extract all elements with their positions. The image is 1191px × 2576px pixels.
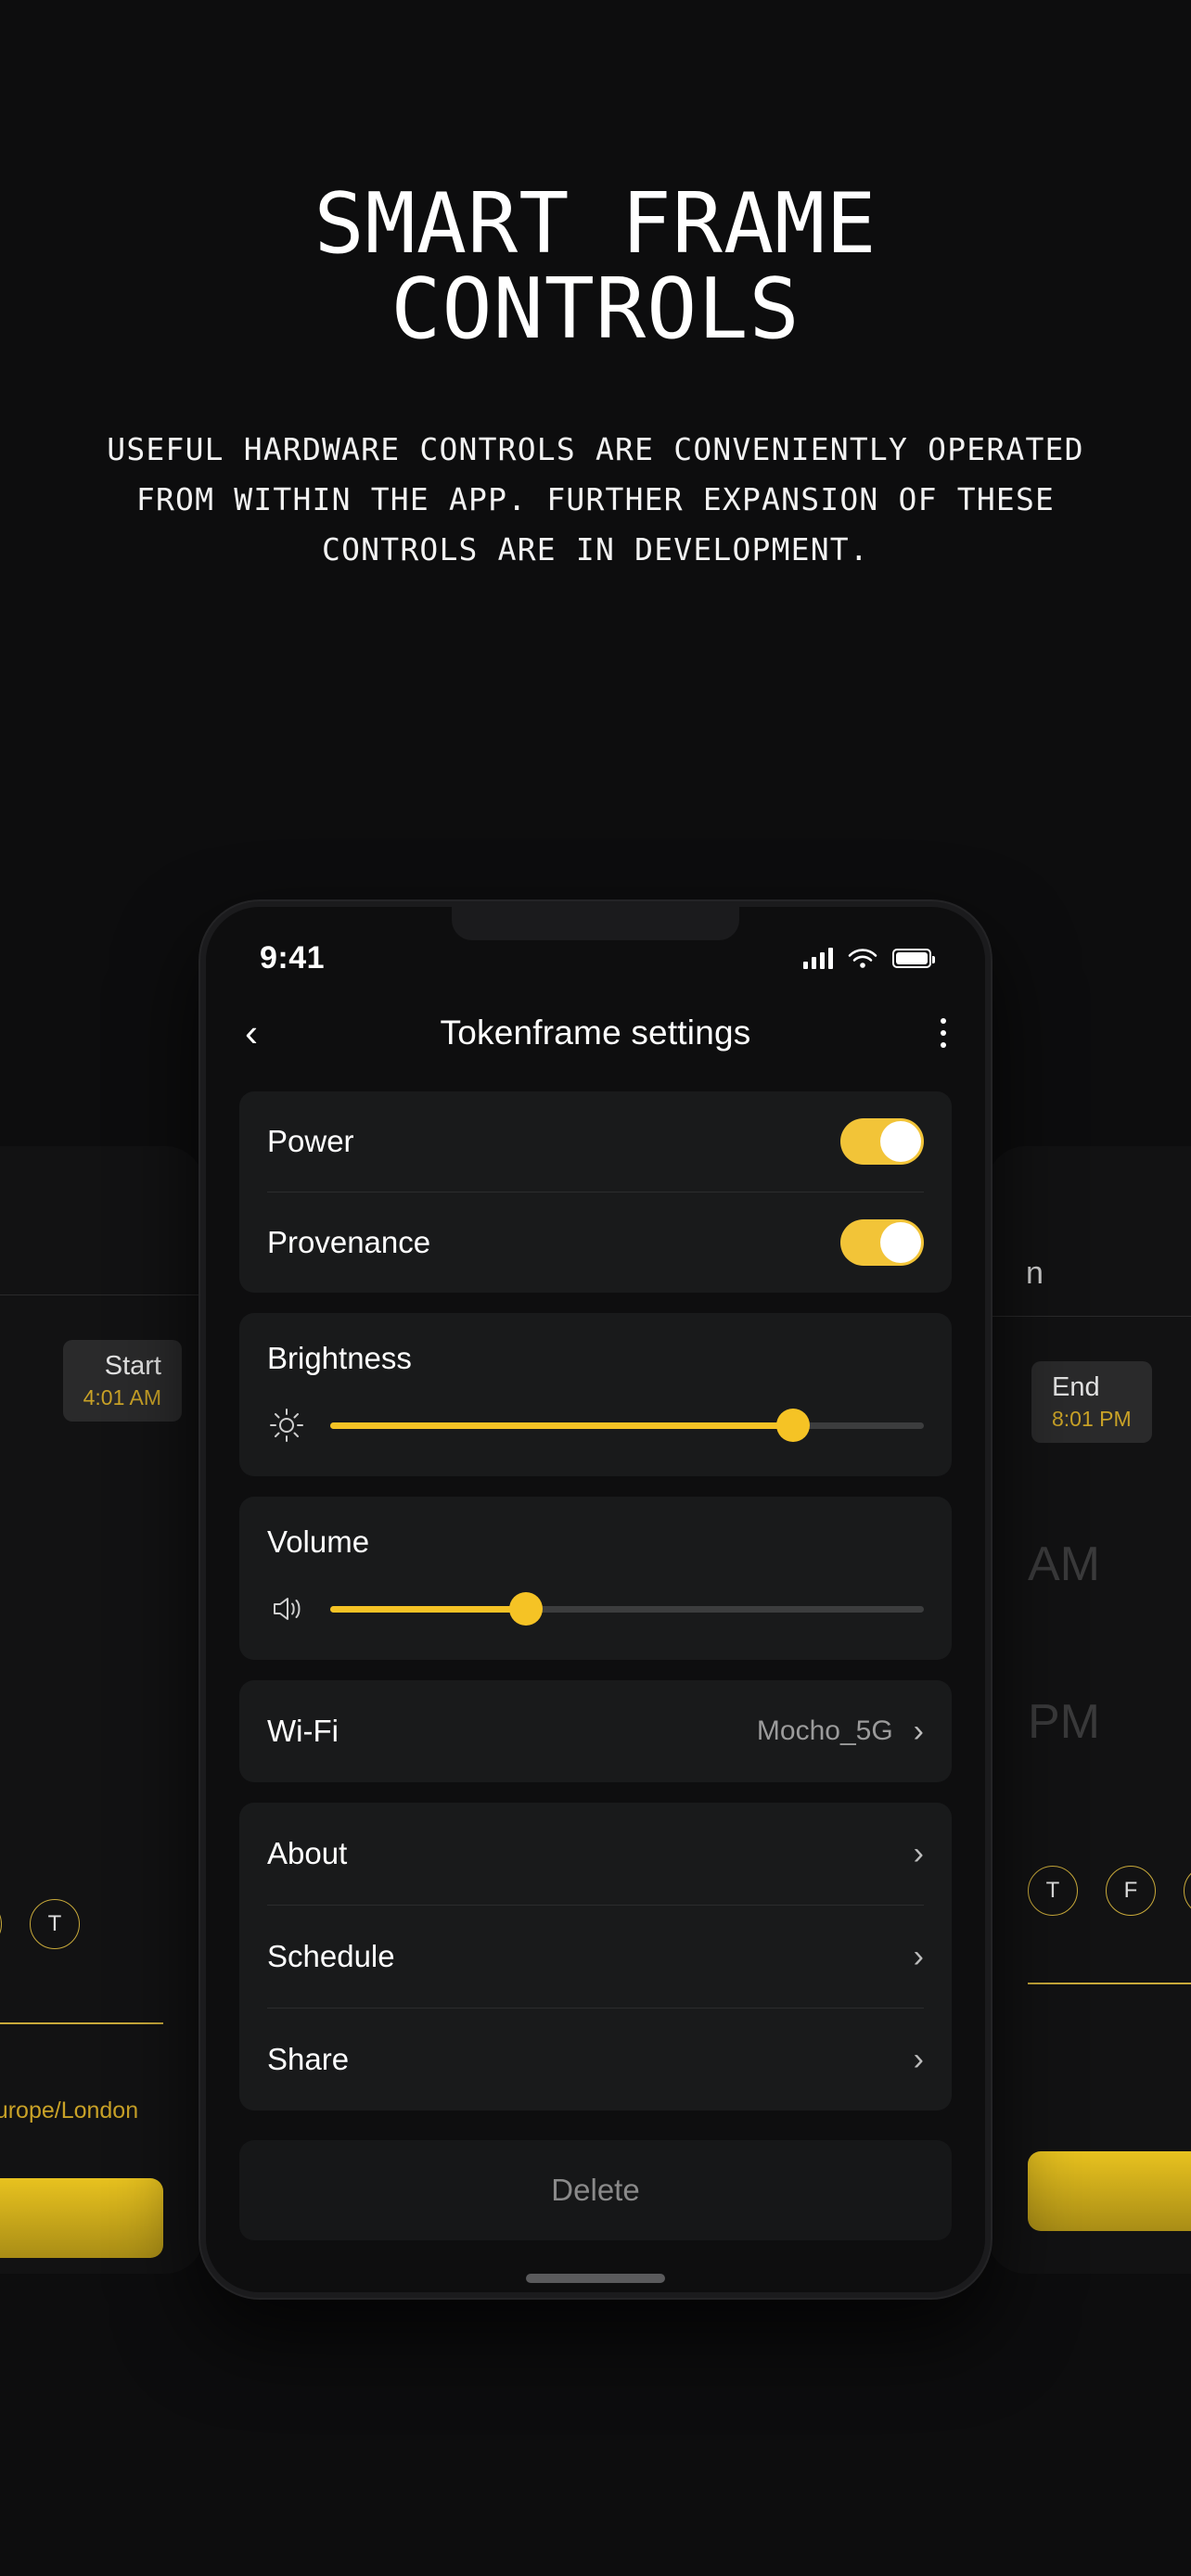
volume-icon	[267, 1589, 306, 1628]
bg-left-primary-button[interactable]	[0, 2177, 163, 2258]
navbar: ‹ Tokenframe settings	[206, 976, 985, 1052]
volume-label: Volume	[267, 1524, 370, 1559]
provenance-toggle[interactable]	[840, 1219, 924, 1266]
bg-left-timezone-label: Time zone	[0, 2056, 204, 2083]
battery-icon	[892, 949, 935, 968]
power-label: Power	[267, 1124, 354, 1158]
brightness-slider-row[interactable]	[267, 1406, 924, 1445]
bg-left-time-wheel[interactable]: 3 4 5	[0, 1455, 204, 1817]
brightness-slider[interactable]	[330, 1409, 924, 1442]
bg-left-every-day-label: Every day	[0, 1848, 204, 1875]
bg-left-timezone-value[interactable]: (GMT +1) Europe/London	[0, 2098, 204, 2124]
share-label: Share	[267, 2042, 350, 2076]
back-icon[interactable]: ‹	[245, 1014, 301, 1052]
background-phone-left: 9:41 ‹ Start 4:01 AM 3 4 5 Every day S M…	[0, 1146, 204, 2274]
bg-left-wheel-row: 3	[0, 1455, 163, 1575]
bg-right-ampm-wheel[interactable]: AM PM	[987, 1476, 1191, 1792]
brightness-slider-fill	[330, 1422, 794, 1429]
bg-left-day-selector[interactable]: S M T	[0, 1899, 204, 1949]
row-share[interactable]: Share ›	[239, 2009, 952, 2111]
screen-title: Tokenframe settings	[440, 1014, 751, 1052]
bg-right-ampm-pm: PM	[1028, 1695, 1100, 1749]
bg-right-field-underline	[1028, 1983, 1191, 1984]
bg-left-wheel-row: 5	[0, 1696, 163, 1817]
statusbar: 9:41	[206, 907, 985, 976]
volume-slider[interactable]	[330, 1592, 924, 1626]
statusbar-icons	[803, 947, 935, 970]
brightness-icon	[267, 1406, 306, 1445]
row-wifi[interactable]: Wi-Fi Mocho_5G ›	[239, 1680, 952, 1782]
row-schedule[interactable]: Schedule ›	[239, 1906, 952, 2008]
power-toggle[interactable]	[840, 1118, 924, 1165]
bg-right-day-s[interactable]: S	[1184, 1866, 1191, 1916]
bg-left-start-value: 4:01 AM	[83, 1385, 161, 1409]
page-title-line-2: CONTROLS	[391, 260, 800, 358]
statusbar-clock: 9:41	[260, 940, 326, 976]
wifi-value-group: Mocho_5G ›	[757, 1715, 924, 1747]
page-title: SMART FRAME CONTROLS	[0, 182, 1191, 352]
bg-right-navbar: n ⋮	[987, 1223, 1191, 1292]
volume-card: Volume	[239, 1497, 952, 1660]
delete-button[interactable]: Delete	[239, 2140, 952, 2240]
bg-right-day-t[interactable]: T	[1028, 1866, 1078, 1916]
chevron-right-icon: ›	[913, 1939, 924, 1974]
kebab-menu-icon[interactable]	[890, 1018, 946, 1048]
provenance-label: Provenance	[267, 1225, 431, 1259]
bg-right-wheel-row: AM	[1028, 1476, 1191, 1652]
wifi-card: Wi-Fi Mocho_5G ›	[239, 1680, 952, 1782]
bg-left-start-label: Start	[104, 1351, 161, 1381]
bg-right-spacer	[1028, 1184, 1035, 1213]
bg-left-day-m[interactable]: M	[0, 1899, 2, 1949]
bg-left-recreation-field[interactable]: Recreation	[0, 1981, 204, 2008]
bg-left-field-underline	[0, 2022, 163, 2024]
settings-content: Power Provenance Brightness Volume Wi-Fi…	[206, 1052, 985, 2240]
chevron-right-icon: ›	[913, 2042, 924, 2077]
page-title-line-1: SMART FRAME	[314, 175, 877, 273]
bg-right-end-label: End	[1052, 1372, 1100, 1402]
volume-slider-fill	[330, 1605, 527, 1613]
bg-left-day-t[interactable]: T	[30, 1899, 80, 1949]
bg-right-day-f[interactable]: F	[1106, 1866, 1156, 1916]
bg-left-navbar: ‹	[0, 1203, 204, 1270]
bg-right-wheel-row: PM	[1028, 1652, 1191, 1792]
row-provenance[interactable]: Provenance	[239, 1192, 952, 1293]
brightness-label: Brightness	[267, 1341, 412, 1375]
toggles-card: Power Provenance	[239, 1091, 952, 1293]
bg-left-title	[157, 1234, 165, 1270]
hero-section: SMART FRAME CONTROLS USEFUL HARDWARE CON…	[0, 0, 1191, 576]
wifi-label: Wi-Fi	[267, 1714, 339, 1748]
bg-right-ampm-am: AM	[1028, 1537, 1100, 1591]
bg-left-wheel-row: 4	[0, 1575, 163, 1696]
bg-right-end-value: 8:01 PM	[1052, 1407, 1132, 1431]
bg-right-day-selector[interactable]: T F S	[987, 1866, 1191, 1916]
bg-right-statusbar	[987, 1146, 1191, 1223]
bg-right-title: n	[1026, 1255, 1044, 1291]
bg-right-end-chip[interactable]: End 8:01 PM	[1031, 1361, 1152, 1443]
home-indicator	[526, 2274, 665, 2283]
schedule-label: Schedule	[267, 1939, 395, 1973]
links-card: About › Schedule › Share ›	[239, 1803, 952, 2111]
signal-bars-icon	[803, 947, 833, 969]
bg-left-statusbar: 9:41	[0, 1146, 204, 1203]
row-power[interactable]: Power	[239, 1091, 952, 1192]
chevron-right-icon: ›	[913, 1836, 924, 1871]
background-phone-right: n ⋮ End 8:01 PM AM PM T F S	[987, 1146, 1191, 2274]
about-label: About	[267, 1836, 348, 1870]
brightness-slider-knob[interactable]	[776, 1409, 811, 1442]
bg-right-primary-button[interactable]	[1028, 2150, 1191, 2231]
chevron-right-icon: ›	[913, 1714, 924, 1749]
row-about[interactable]: About ›	[239, 1803, 952, 1905]
volume-slider-knob[interactable]	[509, 1592, 544, 1626]
wifi-network-name: Mocho_5G	[756, 1715, 893, 1746]
main-phone-mockup: 9:41 ‹ Tokenframe settings Power Provena…	[200, 901, 991, 2298]
brightness-card: Brightness	[239, 1313, 952, 1476]
wifi-icon	[848, 948, 877, 970]
hero-description: USEFUL HARDWARE CONTROLS ARE CONVENIENTL…	[107, 430, 1084, 568]
volume-slider-row[interactable]	[267, 1589, 924, 1628]
bg-left-start-chip[interactable]: Start 4:01 AM	[62, 1340, 182, 1422]
